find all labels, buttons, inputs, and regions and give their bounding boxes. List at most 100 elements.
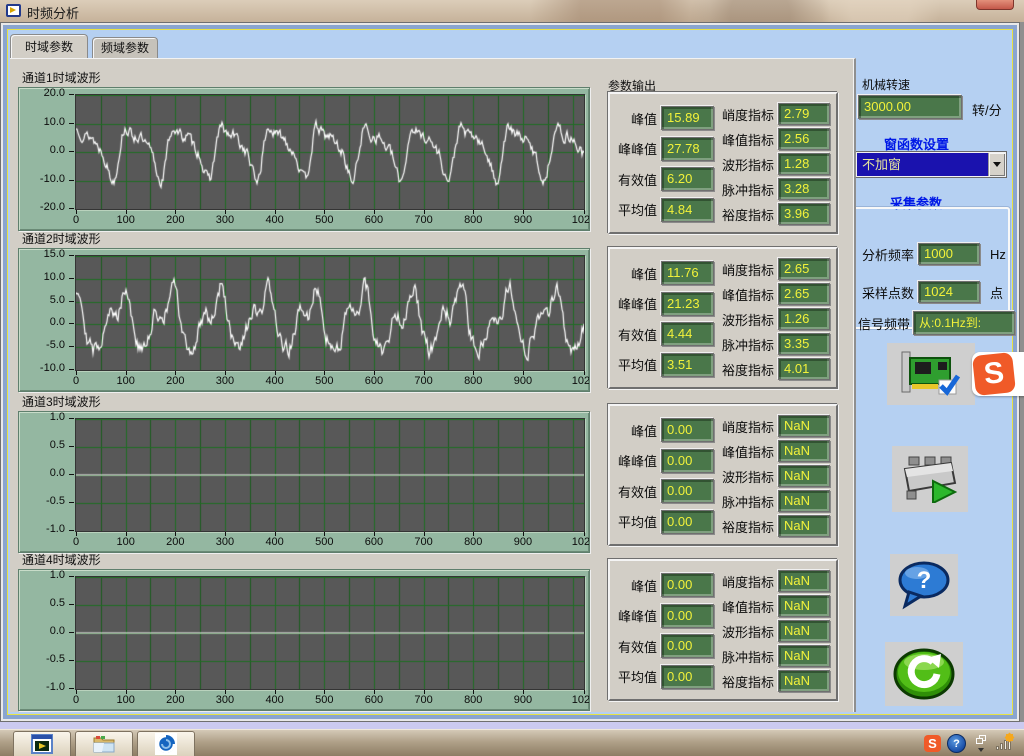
- param-label: 波形指标: [714, 622, 774, 641]
- param-label: 波形指标: [714, 310, 774, 329]
- param-row: 脉冲指标3.28: [714, 178, 830, 200]
- param-label: 峰峰值: [612, 451, 657, 470]
- param-label: 峭度指标: [714, 572, 774, 591]
- x-tick: [76, 371, 77, 375]
- chart-title: 通道4时域波形: [22, 551, 590, 567]
- y-tick: [69, 94, 74, 95]
- x-tick: [424, 690, 425, 694]
- x-axis-label: 0: [56, 536, 96, 548]
- param-label: 裕度指标: [714, 517, 774, 536]
- y-axis-label: -5.0: [19, 339, 65, 353]
- param-row: 有效值0.00: [612, 634, 714, 658]
- x-tick: [424, 371, 425, 375]
- band-indicator: 从:0.1Hz到:: [913, 311, 1015, 335]
- y-axis-label: 0.0: [19, 625, 65, 639]
- y-tick: [69, 474, 74, 475]
- start-acquisition-button[interactable]: [892, 446, 968, 512]
- reset-icon: [893, 648, 955, 700]
- band-label: 信号频带: [858, 314, 910, 333]
- x-tick: [76, 210, 77, 214]
- param-label: 平均值: [612, 667, 657, 686]
- network-alert-star-icon: [1005, 733, 1015, 743]
- x-axis-label: 300: [205, 375, 245, 387]
- param-label: 峰值指标: [714, 285, 774, 304]
- freq-input[interactable]: 1000: [918, 243, 980, 265]
- help-glyph: ?: [917, 567, 932, 594]
- x-axis-label: 700: [404, 375, 444, 387]
- y-axis-label: 10.0: [19, 116, 65, 130]
- param-label: 峭度指标: [714, 417, 774, 436]
- param-value-indicator: 15.89: [661, 106, 714, 130]
- x-tick: [175, 371, 176, 375]
- x-tick: [584, 371, 585, 375]
- y-tick: [69, 604, 74, 605]
- ime-badge[interactable]: S: [972, 352, 1024, 396]
- points-input[interactable]: 1024: [918, 281, 980, 303]
- param-label: 有效值: [612, 170, 657, 189]
- y-tick: [69, 446, 74, 447]
- y-tick: [69, 418, 74, 419]
- param-label: 脉冲指标: [714, 647, 774, 666]
- close-button[interactable]: [976, 0, 1014, 10]
- x-axis-label: 700: [404, 694, 444, 706]
- tab-page-time-domain: 通道1时域波形20.010.00.0-10.0-20.0010020030040…: [10, 58, 856, 712]
- help-button[interactable]: ?: [890, 554, 958, 616]
- window-title: 时频分析: [27, 3, 79, 22]
- waveform-graph: 20.010.00.0-10.0-20.00100200300400500600…: [18, 87, 590, 231]
- daq-card-check-button[interactable]: [887, 343, 975, 405]
- speed-input[interactable]: 3000.00: [858, 95, 962, 119]
- tray-expand-arrow-icon[interactable]: [978, 748, 984, 752]
- param-row: 峰值指标NaN: [714, 595, 830, 617]
- help-tray-icon[interactable]: ?: [947, 734, 966, 753]
- params-area: 参数输出 峰值15.89峰峰值27.78有效值6.20平均值4.84峭度指标2.…: [600, 59, 856, 713]
- y-axis-label: 10.0: [19, 271, 65, 285]
- acq-params-group: 分析频率 1000 Hz 采样点数 1024 点 信号频带 从:0.1Hz到:: [852, 207, 1010, 329]
- sogou-tray-icon[interactable]: S: [924, 735, 941, 752]
- y-axis-label: -20.0: [19, 201, 65, 215]
- taskbar-button-labview[interactable]: [13, 731, 71, 756]
- x-tick: [175, 690, 176, 694]
- param-row: 峭度指标2.65: [714, 258, 830, 280]
- x-tick: [275, 210, 276, 214]
- param-label: 波形指标: [714, 467, 774, 486]
- y-axis-label: 0.0: [19, 467, 65, 481]
- y-axis-label: -0.5: [19, 653, 65, 667]
- x-tick: [275, 690, 276, 694]
- chip-run-icon: [901, 455, 959, 503]
- param-row: 峰值0.00: [612, 418, 714, 442]
- x-axis-label: 900: [503, 375, 543, 387]
- param-value-indicator: 11.76: [661, 261, 714, 285]
- tab-time-domain[interactable]: 时域参数: [10, 34, 88, 58]
- param-value-indicator: NaN: [778, 415, 830, 437]
- tab-frequency-domain[interactable]: 频域参数: [92, 37, 158, 58]
- x-tick: [175, 532, 176, 536]
- x-axis-label: 400: [255, 536, 295, 548]
- dropdown-button[interactable]: [988, 153, 1005, 176]
- x-axis-label: 1023: [564, 214, 590, 226]
- y-axis-label: -1.0: [19, 523, 65, 537]
- waveform-graph: 15.010.05.00.0-5.0-10.001002003004005006…: [18, 248, 590, 392]
- param-value-indicator: NaN: [778, 515, 830, 537]
- x-axis-label: 500: [304, 536, 344, 548]
- x-tick: [126, 210, 127, 214]
- y-tick: [69, 688, 74, 689]
- x-axis-label: 500: [304, 214, 344, 226]
- reset-button[interactable]: [885, 642, 963, 706]
- taskbar-button-browser[interactable]: [137, 731, 195, 756]
- restore-windows-icon[interactable]: [976, 735, 986, 744]
- x-axis-label: 1023: [564, 375, 590, 387]
- x-tick: [473, 532, 474, 536]
- param-label: 脉冲指标: [714, 180, 774, 199]
- param-row: 峰值11.76: [612, 261, 714, 285]
- x-tick: [76, 690, 77, 694]
- x-tick: [275, 532, 276, 536]
- window-fn-dropdown[interactable]: 不加窗: [856, 152, 1006, 177]
- param-label: 峰值: [612, 421, 657, 440]
- x-axis-label: 500: [304, 694, 344, 706]
- taskbar-button-folder[interactable]: [75, 731, 133, 756]
- param-value-indicator: 3.51: [661, 353, 714, 377]
- x-axis-label: 300: [205, 536, 245, 548]
- param-row: 有效值4.44: [612, 322, 714, 346]
- param-value-indicator: NaN: [778, 570, 830, 592]
- param-value-indicator: 0.00: [661, 665, 714, 689]
